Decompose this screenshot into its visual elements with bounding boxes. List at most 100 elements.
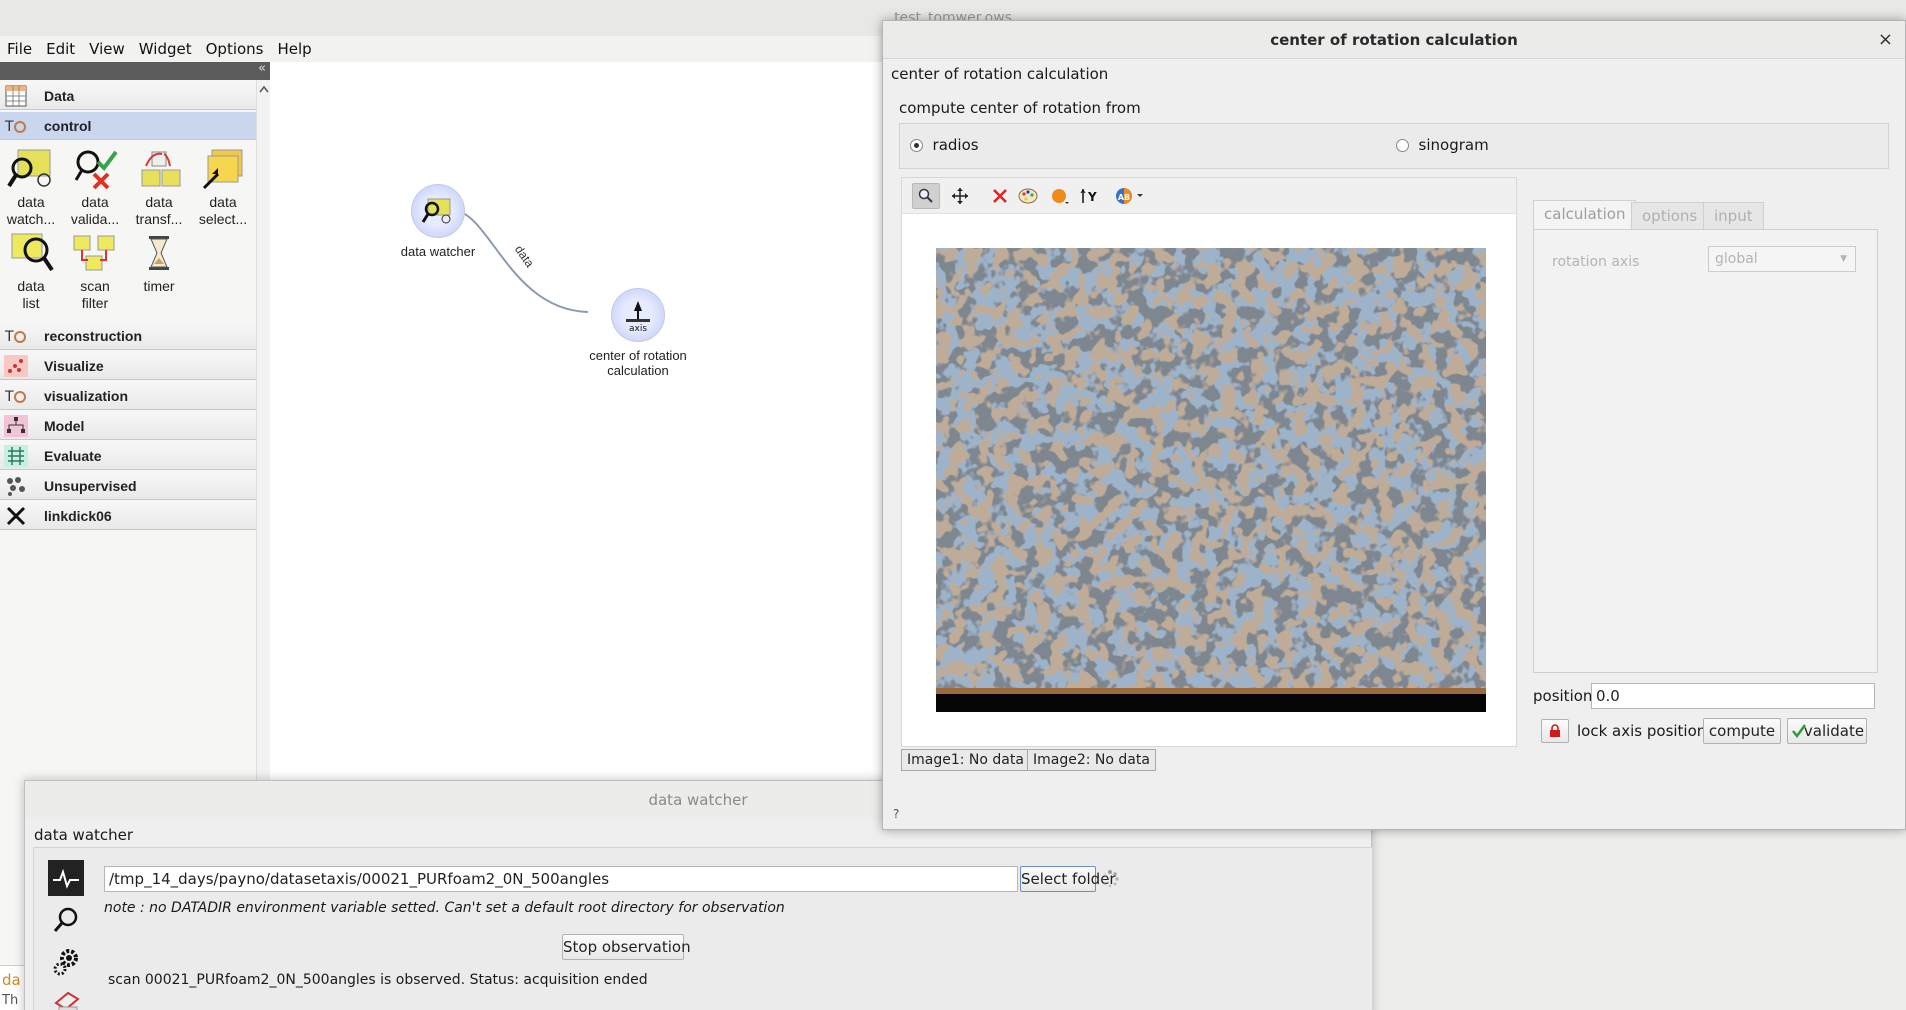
menu-edit-label: Edit bbox=[46, 40, 76, 58]
menu-file[interactable]: File bbox=[0, 40, 39, 58]
category-unsupervised-label: Unsupervised bbox=[44, 477, 137, 494]
help-icon[interactable]: ? bbox=[893, 807, 899, 821]
category-visualize[interactable]: Visualize bbox=[0, 352, 256, 380]
lock-axis-button[interactable] bbox=[1541, 719, 1569, 743]
node-data-watcher[interactable]: data watcher bbox=[378, 184, 498, 259]
category-visualization[interactable]: T visualization bbox=[0, 382, 256, 410]
tomwer-icon: T bbox=[0, 112, 32, 140]
tool-data-list[interactable]: data list bbox=[0, 230, 62, 312]
image-plot-panel: Y AB bbox=[901, 177, 1517, 747]
checkmark-icon bbox=[1792, 724, 1806, 738]
menu-help-label: Help bbox=[277, 40, 312, 58]
validate-button[interactable]: validate bbox=[1787, 718, 1867, 744]
tab-input[interactable]: input bbox=[1703, 202, 1764, 230]
radio-radios-label: radios bbox=[932, 136, 979, 154]
collapse-toolbox-button[interactable]: « bbox=[258, 61, 266, 76]
menu-edit[interactable]: Edit bbox=[39, 40, 82, 58]
marker-color-icon[interactable] bbox=[1046, 183, 1074, 209]
node-center-of-rotation-label-2: calculation bbox=[607, 363, 669, 378]
rotation-axis-value: global bbox=[1715, 251, 1758, 267]
scatter-icon bbox=[0, 352, 32, 380]
workflow-link[interactable]: data bbox=[270, 62, 920, 762]
category-evaluate[interactable]: Evaluate bbox=[0, 442, 256, 470]
rotation-axis-select[interactable]: global ▼ bbox=[1708, 246, 1856, 272]
menu-options-label: Options bbox=[205, 40, 264, 58]
category-control[interactable]: T control bbox=[0, 112, 256, 140]
close-icon[interactable]: × bbox=[1878, 21, 1893, 59]
menu-options[interactable]: Options bbox=[199, 40, 271, 58]
category-evaluate-label: Evaluate bbox=[44, 447, 102, 464]
image1-status: Image1: No data bbox=[901, 749, 1030, 771]
tool-data-transfer[interactable]: data transf... bbox=[128, 146, 190, 228]
axis-icon-text: axis bbox=[629, 324, 647, 333]
tab-options[interactable]: options bbox=[1631, 202, 1709, 230]
compute-button[interactable]: compute bbox=[1703, 718, 1781, 744]
zoom-icon[interactable] bbox=[912, 183, 940, 209]
compute-from-label: compute center of rotation from bbox=[899, 99, 1141, 117]
position-input[interactable]: 0.0 bbox=[1591, 683, 1875, 709]
category-data[interactable]: Data bbox=[0, 82, 256, 110]
tool-data-selector[interactable]: data select... bbox=[192, 146, 254, 228]
category-model[interactable]: Model bbox=[0, 412, 256, 440]
select-folder-button[interactable]: Select folder bbox=[1020, 866, 1116, 892]
search-icon[interactable] bbox=[48, 902, 84, 938]
tool-data-watcher-label-1: data bbox=[17, 194, 45, 210]
tool-data-list-label-1: data bbox=[17, 278, 45, 294]
colormap-icon[interactable] bbox=[1014, 183, 1042, 209]
axis-icon: axis bbox=[611, 288, 665, 342]
tab-calculation[interactable]: calculation bbox=[1533, 200, 1637, 230]
data-transfer-icon bbox=[134, 146, 184, 192]
menu-help[interactable]: Help bbox=[271, 40, 319, 58]
tool-scan-filter[interactable]: scan filter bbox=[64, 230, 126, 312]
tool-data-validator[interactable]: data valida... bbox=[64, 146, 126, 228]
spinner-icon bbox=[1100, 869, 1120, 893]
compute-from-group: radios sinogram bbox=[899, 123, 1889, 169]
menu-widget[interactable]: Widget bbox=[132, 40, 199, 58]
tool-data-validator-label-1: data bbox=[81, 194, 109, 210]
observation-status: scan 00021_PURfoam2_0N_500angles is obse… bbox=[108, 972, 648, 988]
radio-radios-indicator bbox=[910, 139, 923, 152]
gears-icon[interactable] bbox=[48, 944, 84, 980]
menu-view[interactable]: View bbox=[82, 40, 132, 58]
link-label: data bbox=[512, 243, 537, 270]
tomwer-icon: T bbox=[0, 382, 32, 410]
radio-sinogram-label: sinogram bbox=[1418, 136, 1489, 154]
x-icon bbox=[0, 502, 32, 530]
tool-data-watcher[interactable]: data watch... bbox=[0, 146, 62, 228]
reset-zoom-icon[interactable] bbox=[986, 183, 1014, 209]
pan-icon[interactable] bbox=[946, 183, 974, 209]
hourglass-icon bbox=[134, 230, 184, 276]
validate-button-label: validate bbox=[1803, 722, 1865, 740]
center-of-rotation-dialog: center of rotation calculation × center … bbox=[882, 20, 1906, 830]
category-visualization-label: visualization bbox=[44, 387, 129, 404]
category-unsupervised[interactable]: Unsupervised bbox=[0, 472, 256, 500]
category-reconstruction[interactable]: T reconstruction bbox=[0, 322, 256, 350]
calculation-tab-panel: rotation axis global ▼ bbox=[1533, 229, 1878, 673]
y-axis-icon[interactable]: Y bbox=[1076, 183, 1104, 209]
node-data-watcher-label: data watcher bbox=[400, 244, 476, 259]
pulse-icon[interactable] bbox=[48, 860, 84, 896]
center-of-rotation-titlebar[interactable]: center of rotation calculation × bbox=[883, 21, 1905, 59]
radio-image[interactable] bbox=[936, 248, 1486, 712]
stop-observation-button[interactable]: Stop observation bbox=[562, 934, 691, 960]
category-linkdick[interactable]: linkdick06 bbox=[0, 502, 256, 530]
image2-status: Image2: No data bbox=[1027, 749, 1156, 771]
compare-ab-icon[interactable]: AB bbox=[1112, 183, 1148, 209]
radio-radios[interactable]: radios bbox=[910, 136, 979, 154]
tool-data-transfer-label-1: data bbox=[145, 194, 173, 210]
radio-sinogram[interactable]: sinogram bbox=[1396, 136, 1489, 154]
svg-text:Y: Y bbox=[1087, 190, 1097, 204]
tool-scan-filter-label-1: scan bbox=[80, 278, 110, 294]
node-center-of-rotation[interactable]: axis center of rotation calculation bbox=[568, 288, 708, 378]
center-of-rotation-title: center of rotation calculation bbox=[1270, 31, 1518, 49]
menubar: File Edit View Widget Options Help bbox=[0, 36, 880, 62]
node-data-watcher-icon bbox=[411, 184, 465, 238]
stamp-icon[interactable] bbox=[48, 984, 84, 1010]
node-center-of-rotation-label-1: center of rotation bbox=[589, 348, 687, 363]
data-watcher-header: data watcher bbox=[34, 826, 134, 844]
folder-path-field[interactable]: /tmp_14_days/payno/datasetaxis/00021_PUR… bbox=[104, 866, 1018, 892]
category-model-label: Model bbox=[44, 417, 85, 434]
tool-timer[interactable]: timer bbox=[128, 230, 190, 295]
table-icon bbox=[0, 82, 32, 110]
plot-toolbar: Y AB bbox=[902, 178, 1516, 214]
